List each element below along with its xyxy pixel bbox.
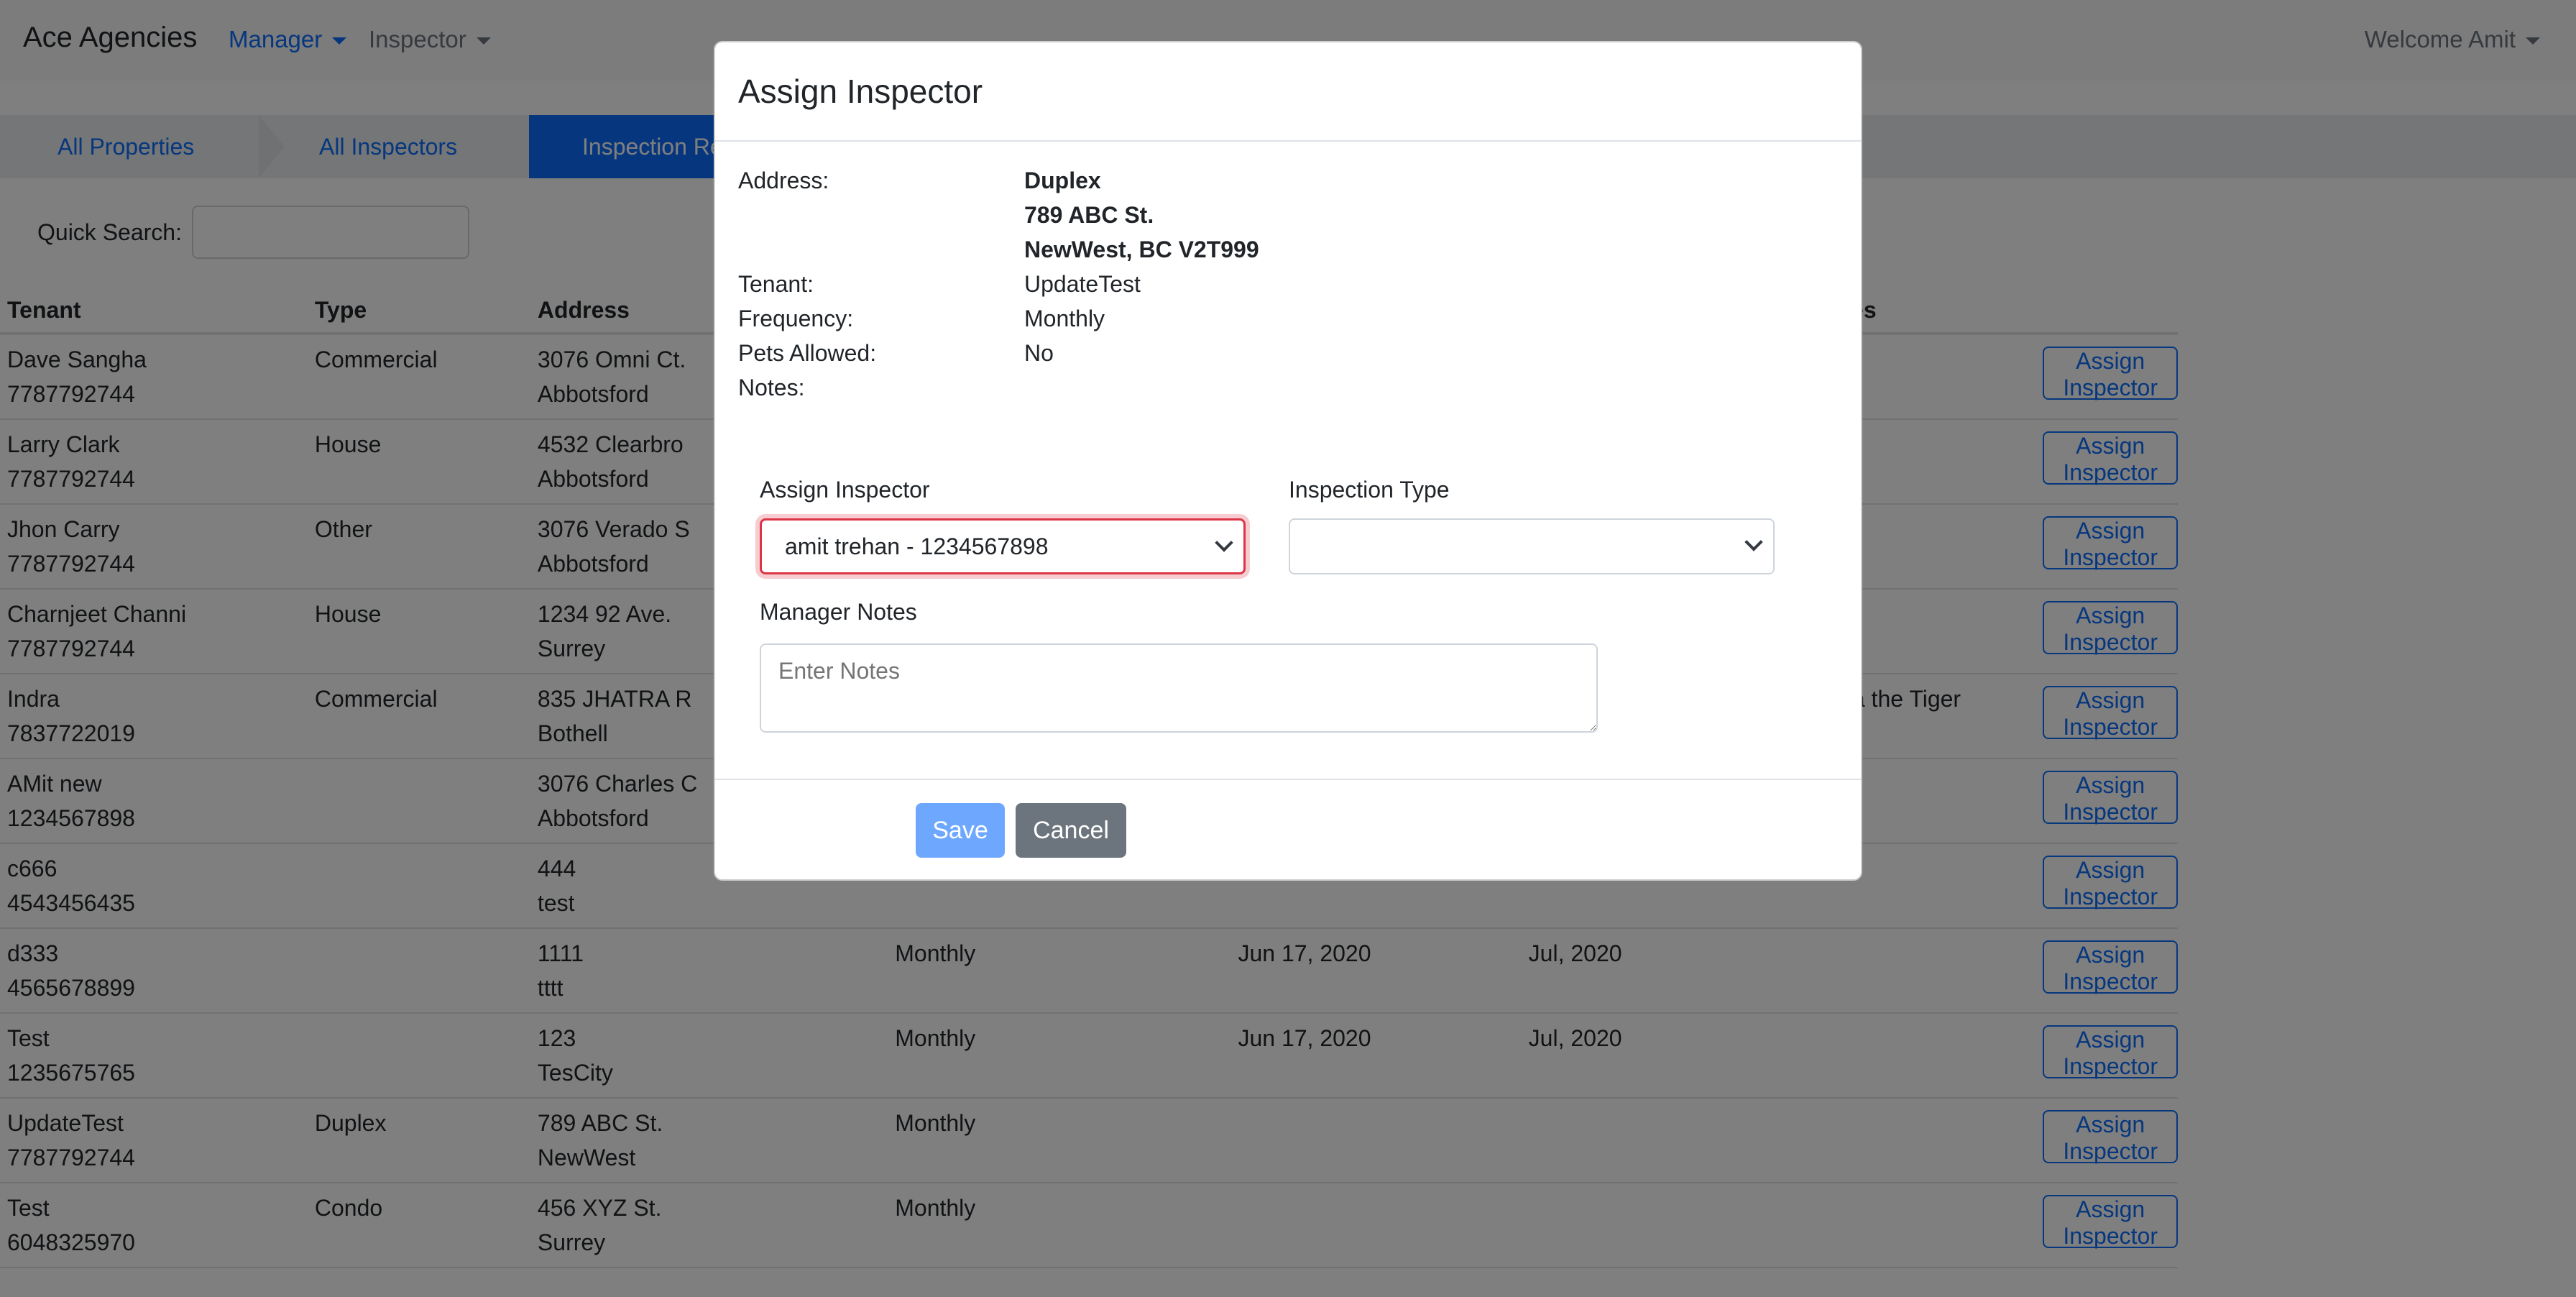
chevron-down-icon [1215,533,1233,552]
assign-inspector-select[interactable]: amit trehan - 1234567898 [760,518,1246,574]
inspection-type-label: Inspection Type [1289,477,1450,503]
assign-inspector-label: Assign Inspector [760,477,930,503]
pets-allowed-label: Pets Allowed: [738,340,877,366]
manager-notes-textarea[interactable] [760,643,1598,733]
frequency-label: Frequency: [738,306,854,331]
address-label: Address: [738,168,829,193]
frequency-value: Monthly [1024,306,1105,331]
tenant-label: Tenant: [738,271,814,297]
assign-inspector-selected-value: amit trehan - 1234567898 [785,533,1049,559]
notes-label: Notes: [738,375,805,400]
modal-title: Assign Inspector [738,73,983,110]
pets-allowed-value: No [1024,340,1054,366]
tenant-value: UpdateTest [1024,271,1141,297]
address-street-value: 789 ABC St. [1024,202,1154,228]
inspection-type-select[interactable] [1289,518,1775,574]
manager-notes-label: Manager Notes [760,599,917,625]
modal-header: Assign Inspector [715,42,1861,142]
save-button[interactable]: Save [916,803,1005,858]
assign-inspector-modal: Assign Inspector Address: Duplex 789 ABC… [714,41,1862,881]
modal-body: Address: Duplex 789 ABC St. NewWest, BC … [715,142,1861,780]
modal-footer [715,780,1861,881]
chevron-down-icon [1744,533,1763,551]
address-city-value: NewWest, BC V2T999 [1024,237,1259,262]
address-type-value: Duplex [1024,168,1101,193]
cancel-button[interactable]: Cancel [1016,803,1126,858]
